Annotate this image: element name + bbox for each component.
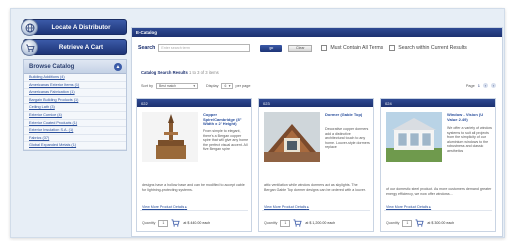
product-number: 022 bbox=[137, 99, 251, 107]
product-card: 024 Window - Vision (U Value 2.49) We of… bbox=[380, 98, 496, 232]
cart-icon bbox=[21, 39, 38, 56]
clear-button[interactable]: Clear bbox=[288, 44, 313, 52]
quantity-label: Quantity bbox=[264, 221, 278, 225]
catalog-item[interactable]: Building Additions (4) bbox=[24, 74, 126, 82]
locate-distributor-label: Locate A Distributor bbox=[51, 23, 111, 31]
chevron-down-icon: ▾ bbox=[193, 83, 196, 88]
divider bbox=[384, 210, 492, 211]
chevron-right-icon[interactable]: › bbox=[491, 83, 496, 88]
product-description: Decorative copper dormers add a distinct… bbox=[325, 127, 370, 149]
product-number: 023 bbox=[259, 99, 373, 107]
quantity-label: Quantity bbox=[386, 221, 400, 225]
sort-value: Best match bbox=[159, 83, 176, 88]
view-details-link[interactable]: View More Product Details ▸ bbox=[264, 205, 309, 209]
catalog-item[interactable]: Ceiling Lath (3) bbox=[24, 104, 126, 112]
display-value: 6 bbox=[224, 83, 227, 88]
cart-icon[interactable] bbox=[171, 219, 180, 227]
page-label: Page bbox=[465, 83, 475, 88]
quantity-input[interactable]: 1 bbox=[402, 219, 413, 227]
catalog-item[interactable]: Americanas Fabrication (1) bbox=[24, 89, 126, 97]
must-contain-label: Must Contain All Terms bbox=[330, 45, 384, 51]
product-title[interactable]: Dormer (Gable Top) bbox=[325, 112, 371, 118]
sidebar: Locate A Distributor Retrieve A Cart Bro… bbox=[21, 19, 127, 151]
within-results-checkbox[interactable] bbox=[389, 45, 396, 51]
sort-select[interactable]: Best match ▾ bbox=[156, 82, 199, 89]
retrieve-cart-label: Retrieve A Cart bbox=[58, 43, 104, 51]
per-page-label: per page bbox=[235, 83, 251, 88]
product-image[interactable] bbox=[386, 112, 442, 162]
page-title: E-Catalog bbox=[132, 28, 502, 37]
quantity-label: Quantity bbox=[142, 221, 156, 225]
divider bbox=[140, 210, 248, 211]
must-contain-checkbox[interactable] bbox=[321, 45, 328, 51]
display-select[interactable]: 6 ▾ bbox=[221, 82, 234, 89]
view-details-link[interactable]: View More Product Details ▸ bbox=[386, 205, 431, 209]
quantity-row: Quantity 1 at $ 300.00 each bbox=[386, 219, 454, 227]
chevron-down-icon: ▾ bbox=[228, 83, 231, 88]
sort-row: Sort by Best match ▾ Display 6 ▾ per pag… bbox=[141, 81, 496, 90]
view-details-link[interactable]: View More Product Details ▸ bbox=[142, 205, 187, 209]
view-details-label: View More Product Details bbox=[386, 205, 429, 209]
sort-label: Sort by bbox=[141, 83, 154, 88]
catalog-item[interactable]: Exterior Coated Products (1) bbox=[24, 120, 126, 128]
page-number[interactable]: 1 bbox=[478, 83, 480, 88]
divider bbox=[262, 210, 370, 211]
product-image[interactable] bbox=[142, 112, 198, 162]
catalog-item[interactable]: Global Expanded Metals (1) bbox=[24, 142, 126, 150]
product-image[interactable] bbox=[264, 112, 320, 162]
chevron-left-icon[interactable]: ‹ bbox=[483, 83, 488, 88]
browse-catalog-panel: Browse Catalog ▲ Building Additions (4) … bbox=[23, 59, 127, 151]
price: at $ 1,200.00 each bbox=[305, 221, 336, 225]
browse-catalog-header[interactable]: Browse Catalog ▲ bbox=[24, 60, 126, 74]
product-description-more: of our domestic steel product. As more c… bbox=[386, 187, 492, 196]
chevron-up-icon[interactable]: ▲ bbox=[114, 62, 122, 71]
locate-distributor-button[interactable]: Locate A Distributor bbox=[21, 19, 127, 36]
catalog-item[interactable]: Exterior Cornice (4) bbox=[24, 112, 126, 120]
main-panel: E-Catalog Search Enter search term go Cl… bbox=[131, 27, 503, 237]
results-heading: Catalog Search Results 1 to 3 of 3 items bbox=[141, 70, 219, 75]
retrieve-cart-button[interactable]: Retrieve A Cart bbox=[21, 39, 127, 56]
product-description-more: attic ventilation while window dormers a… bbox=[264, 183, 366, 192]
display-label: Display bbox=[206, 83, 219, 88]
catalog-item[interactable]: Exterior Insulation S.A. (1) bbox=[24, 127, 126, 135]
results-range: 1 to 3 of 3 items bbox=[188, 70, 219, 75]
quantity-input[interactable]: 1 bbox=[280, 219, 291, 227]
product-description-more: designs have a hollow base and can be mo… bbox=[142, 183, 245, 192]
globe-icon bbox=[21, 19, 38, 36]
catalog-item[interactable]: Fabrics (37) bbox=[24, 135, 126, 143]
cart-icon[interactable] bbox=[293, 219, 302, 227]
product-title[interactable]: Copper Spire/Cambridge (8" Width x 2' He… bbox=[203, 112, 249, 127]
product-card: 022 Copper Spire/Cambridge (8" Width x 2… bbox=[136, 98, 252, 232]
price: at $ 440.00 each bbox=[183, 221, 211, 225]
view-details-label: View More Product Details bbox=[142, 205, 185, 209]
catalog-item[interactable]: Americanas Exterior Items (1) bbox=[24, 82, 126, 90]
catalog-item[interactable]: Bargain Building Products (1) bbox=[24, 97, 126, 105]
view-details-label: View More Product Details bbox=[264, 205, 307, 209]
within-results-label: Search within Current Results bbox=[398, 45, 467, 51]
go-button[interactable]: go bbox=[260, 44, 283, 52]
quantity-input[interactable]: 1 bbox=[158, 219, 169, 227]
search-row: Search Enter search term go Clear Must C… bbox=[138, 43, 473, 53]
product-title[interactable]: Window - Vision (U Value 2.49) bbox=[447, 112, 493, 122]
quantity-row: Quantity 1 at $ 1,200.00 each bbox=[264, 219, 335, 227]
product-description: We offer a variety of window systems to … bbox=[447, 126, 493, 153]
browse-catalog-title: Browse Catalog bbox=[29, 63, 75, 70]
search-label: Search bbox=[138, 45, 156, 51]
price: at $ 300.00 each bbox=[427, 221, 455, 225]
results-label: Catalog Search Results bbox=[141, 70, 188, 75]
product-card: 023 Dormer (Gable Top) Decorative copper… bbox=[258, 98, 374, 232]
product-number: 024 bbox=[381, 99, 495, 107]
search-input[interactable]: Enter search term bbox=[158, 44, 251, 52]
product-description: From simple to elegant, there's a Bergan… bbox=[203, 129, 249, 151]
cart-icon[interactable] bbox=[415, 219, 424, 227]
quantity-row: Quantity 1 at $ 440.00 each bbox=[142, 219, 210, 227]
pagination: Page 1 ‹ › bbox=[466, 83, 496, 88]
